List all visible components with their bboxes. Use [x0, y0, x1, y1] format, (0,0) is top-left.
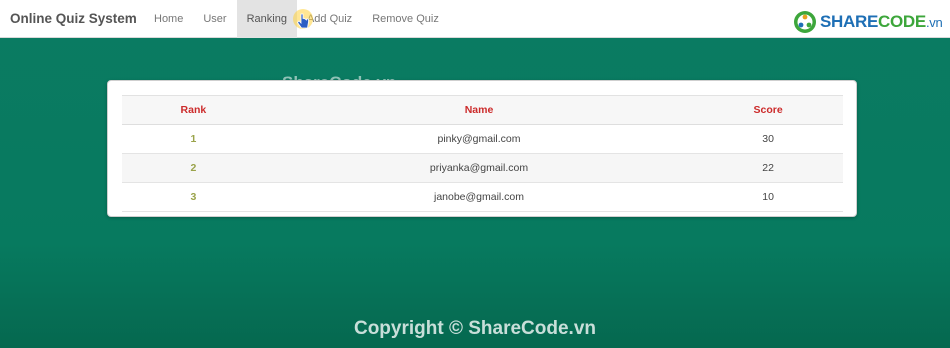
copyright-footer: Copyright © ShareCode.vn	[353, 318, 597, 339]
nav-user[interactable]: User	[193, 0, 236, 38]
table-row: 3 janobe@gmail.com 10	[122, 182, 843, 212]
name-cell: pinky@gmail.com	[264, 124, 694, 154]
column-header-score: Score	[693, 95, 843, 125]
score-cell: 22	[693, 153, 843, 183]
nav-remove-quiz[interactable]: Remove Quiz	[362, 0, 449, 38]
logo-text-domain: .vn	[925, 15, 943, 30]
rank-cell: 1	[122, 124, 265, 154]
score-cell: 10	[693, 182, 843, 212]
top-navbar: Online Quiz System Home User Ranking Add…	[0, 0, 950, 38]
score-cell: 30	[693, 124, 843, 154]
table-row: 2 priyanka@gmail.com 22	[122, 153, 843, 183]
table-header-row: Rank Name Score	[122, 95, 843, 125]
logo-wordmark: SHARECODE.vn	[820, 12, 943, 32]
ranking-panel: Rank Name Score 1 pinky@gmail.com 30 2 p…	[107, 80, 857, 217]
rank-cell: 2	[122, 153, 265, 183]
nav-ranking[interactable]: Ranking	[236, 0, 297, 38]
sharecode-logo: SHARECODE.vn	[792, 10, 943, 34]
rank-cell: 3	[122, 182, 265, 212]
name-cell: janobe@gmail.com	[264, 182, 694, 212]
column-header-name: Name	[264, 95, 694, 125]
name-cell: priyanka@gmail.com	[264, 153, 694, 183]
logo-text-code: CODE	[878, 12, 926, 31]
column-header-rank: Rank	[122, 95, 265, 125]
logo-text-share: SHARE	[820, 12, 879, 31]
brand-title[interactable]: Online Quiz System	[10, 0, 137, 38]
ranking-table: Rank Name Score 1 pinky@gmail.com 30 2 p…	[122, 95, 843, 212]
table-row: 1 pinky@gmail.com 30	[122, 124, 843, 154]
nav-home[interactable]: Home	[144, 0, 193, 38]
sharecode-logo-icon	[794, 11, 816, 33]
hand-cursor-icon	[293, 9, 313, 29]
